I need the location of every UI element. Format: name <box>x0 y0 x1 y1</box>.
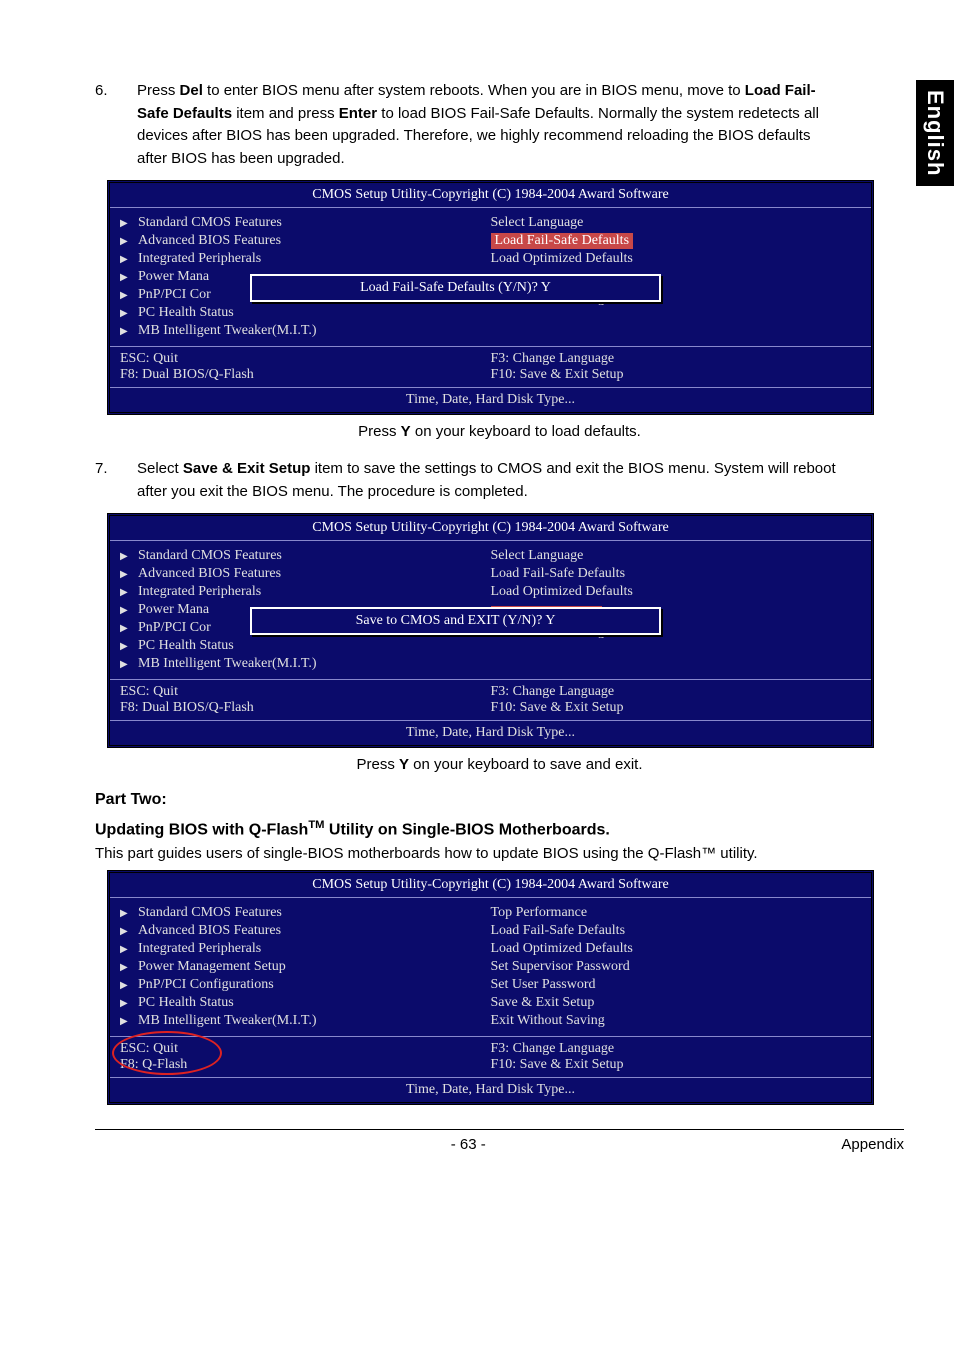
triangle-icon: ▶ <box>120 926 138 937</box>
triangle-icon: ▶ <box>120 290 138 301</box>
triangle-icon: ▶ <box>120 569 138 580</box>
bios-right-col: Top Performance Load Fail-Safe Defaults … <box>491 904 862 1030</box>
step-6-text: Press Del to enter BIOS menu after syste… <box>137 80 844 170</box>
bios-title: CMOS Setup Utility-Copyright (C) 1984-20… <box>110 873 871 898</box>
triangle-icon: ▶ <box>120 587 138 598</box>
subtitle: Updating BIOS with Q-FlashTM Utility on … <box>95 819 904 839</box>
triangle-icon: ▶ <box>120 551 138 562</box>
triangle-icon: ▶ <box>120 605 138 616</box>
step-7: 7. Select Save & Exit Setup item to save… <box>95 458 904 503</box>
bios-title: CMOS Setup Utility-Copyright (C) 1984-20… <box>110 516 871 541</box>
triangle-icon: ▶ <box>120 218 138 229</box>
bios-body: ▶Standard CMOS Features ▶Advanced BIOS F… <box>110 208 871 347</box>
bios-help-line: Time, Date, Hard Disk Type... <box>110 1078 871 1102</box>
step-6: 6. Press Del to enter BIOS menu after sy… <box>95 80 904 170</box>
highlighted-item: Load Fail-Safe Defaults <box>491 233 634 249</box>
bios-help-line: Time, Date, Hard Disk Type... <box>110 721 871 745</box>
caption-1: Press Y on your keyboard to load default… <box>95 423 904 440</box>
step-number: 7. <box>95 458 119 503</box>
triangle-icon: ▶ <box>120 908 138 919</box>
triangle-icon: ▶ <box>120 659 138 670</box>
triangle-icon: ▶ <box>120 998 138 1009</box>
bios-footer: ESC: Quit F8: Dual BIOS/Q-Flash F3: Chan… <box>110 680 871 721</box>
bios-footer: ESC: Quit F8: Q-Flash F3: Change Languag… <box>110 1037 871 1078</box>
triangle-icon: ▶ <box>120 980 138 991</box>
bios-help-line: Time, Date, Hard Disk Type... <box>110 388 871 412</box>
page-number: - 63 - <box>451 1136 486 1153</box>
bios-body: ▶Standard CMOS Features ▶Advanced BIOS F… <box>110 541 871 680</box>
triangle-icon: ▶ <box>120 308 138 319</box>
part-two-heading: Part Two: <box>95 791 904 809</box>
caption-2: Press Y on your keyboard to save and exi… <box>95 756 904 773</box>
triangle-icon: ▶ <box>120 272 138 283</box>
bios-popup: Load Fail-Safe Defaults (Y/N)? Y <box>250 274 661 302</box>
triangle-icon: ▶ <box>120 254 138 265</box>
triangle-icon: ▶ <box>120 1016 138 1027</box>
bios-title: CMOS Setup Utility-Copyright (C) 1984-20… <box>110 183 871 208</box>
triangle-icon: ▶ <box>120 944 138 955</box>
bios-body: ▶Standard CMOS Features ▶Advanced BIOS F… <box>110 898 871 1037</box>
triangle-icon: ▶ <box>120 326 138 337</box>
bios-footer: ESC: Quit F8: Dual BIOS/Q-Flash F3: Chan… <box>110 347 871 388</box>
page-content: 6. Press Del to enter BIOS menu after sy… <box>0 0 954 1183</box>
bios-screenshot-2: CMOS Setup Utility-Copyright (C) 1984-20… <box>107 513 874 748</box>
bios-left-col: ▶Standard CMOS Features ▶Advanced BIOS F… <box>120 904 491 1030</box>
bios-screenshot-1: CMOS Setup Utility-Copyright (C) 1984-20… <box>107 180 874 415</box>
intro-text: This part guides users of single-BIOS mo… <box>95 845 904 862</box>
bios-popup: Save to CMOS and EXIT (Y/N)? Y <box>250 607 661 635</box>
section-name: Appendix <box>841 1136 904 1153</box>
triangle-icon: ▶ <box>120 236 138 247</box>
bios-screenshot-3: CMOS Setup Utility-Copyright (C) 1984-20… <box>107 870 874 1105</box>
triangle-icon: ▶ <box>120 641 138 652</box>
triangle-icon: ▶ <box>120 962 138 973</box>
page-footer: - 63 - Appendix <box>95 1129 904 1153</box>
step-7-text: Select Save & Exit Setup item to save th… <box>137 458 844 503</box>
step-number: 6. <box>95 80 119 170</box>
triangle-icon: ▶ <box>120 623 138 634</box>
